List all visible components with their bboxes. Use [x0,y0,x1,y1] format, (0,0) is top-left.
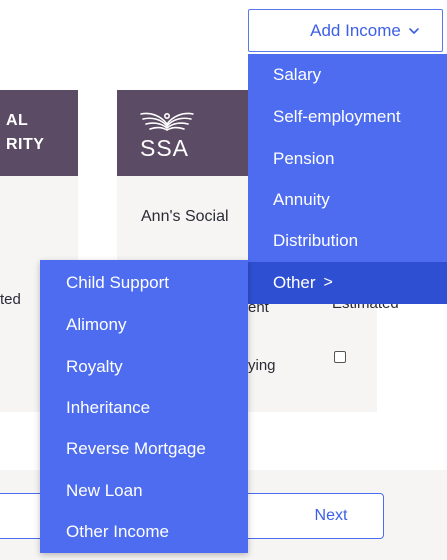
other-income-submenu: Child Support Alimony Royalty Inheritanc… [40,260,248,553]
menu-item-annuity[interactable]: Annuity [248,179,447,221]
submenu-item-alimony[interactable]: Alimony [40,304,248,346]
chevron-down-icon [409,27,419,34]
menu-item-salary[interactable]: Salary [248,54,447,96]
menu-item-other[interactable]: Other > [248,262,447,304]
ssa-logo: SSA [137,106,197,162]
card-header-line1: AL [6,112,29,129]
menu-item-pension[interactable]: Pension [248,138,447,180]
menu-item-distribution[interactable]: Distribution [248,220,447,262]
submenu-item-other-income[interactable]: Other Income [40,511,248,553]
submenu-item-child-support[interactable]: Child Support [40,262,248,304]
ssa-logo-text: SSA [140,135,190,161]
menu-item-self-employment[interactable]: Self-employment [248,96,447,138]
estimated-checkbox[interactable] [334,351,346,363]
submenu-item-new-loan[interactable]: New Loan [40,470,248,512]
add-income-button[interactable]: Add Income [248,9,443,52]
menu-item-other-label: Other [273,273,316,292]
row-text-fragment: ying [248,357,276,374]
chevron-right-icon: > [323,274,333,291]
card-header: AL RITY [0,90,78,176]
card-header-line2: RITY [6,136,45,153]
row-text-fragment: ted [0,291,21,308]
submenu-item-inheritance[interactable]: Inheritance [40,387,248,429]
add-income-label: Add Income [310,20,401,40]
add-income-menu: Salary Self-employment Pension Annuity D… [248,54,447,304]
submenu-item-reverse-mortgage[interactable]: Reverse Mortgage [40,428,248,470]
submenu-item-royalty[interactable]: Royalty [40,346,248,388]
eagle-icon [140,112,194,131]
card-name: Ann's Social [141,208,229,225]
